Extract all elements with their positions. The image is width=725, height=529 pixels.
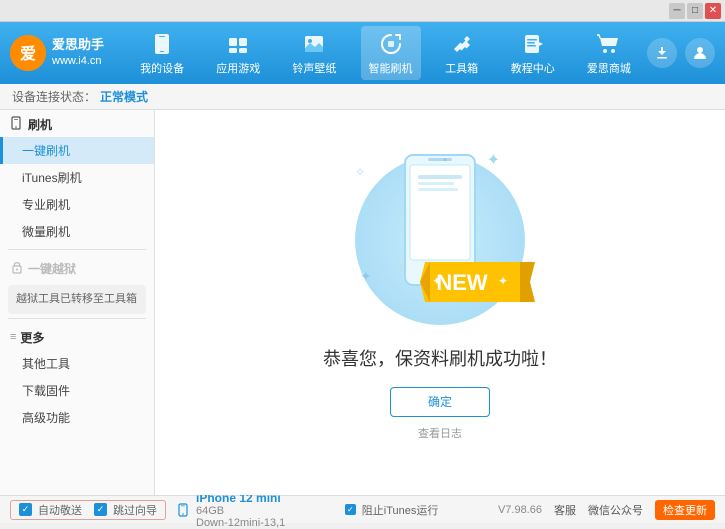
- tools-nav-icon: [448, 30, 476, 58]
- sidebar-item-itunes-flash[interactable]: iTunes刷机: [0, 164, 154, 191]
- svg-text:✦: ✦: [432, 274, 442, 288]
- skip-wizard-checkbox[interactable]: ✓ 跳过向导: [94, 502, 157, 518]
- sparkle-3: ✦: [360, 268, 372, 285]
- lock-section-icon: [10, 260, 24, 277]
- svg-text:NEW: NEW: [436, 270, 488, 295]
- itunes-check-icon: ✓: [345, 504, 356, 515]
- svg-text:爱: 爱: [20, 44, 36, 63]
- phone-container: NEW ✦ ✦ ✦ ✧ ✦: [350, 145, 530, 335]
- sidebar: 刷机 一键刷机 iTunes刷机 专业刷机 微量刷机 一键越狱 越狱工具已转移至…: [0, 110, 155, 495]
- bottom-bar: ✓ 自动敬送 ✓ 跳过向导 iPhone 12 mini 64GB Down-1…: [0, 495, 725, 523]
- main-layout: 刷机 一键刷机 iTunes刷机 专业刷机 微量刷机 一键越狱 越狱工具已转移至…: [0, 110, 725, 495]
- logo-text: 爱思助手 www.i4.cn: [52, 37, 104, 68]
- nav-store[interactable]: 爱思商城: [579, 26, 639, 80]
- content-area: NEW ✦ ✦ ✦ ✧ ✦ 恭喜您，保资料刷机成功啦！ 确定 查看日志: [155, 110, 725, 495]
- sidebar-divider-1: [8, 249, 146, 250]
- version-text: V7.98.66: [498, 504, 542, 516]
- flash-section-label: 刷机: [28, 116, 52, 133]
- new-badge-svg: NEW ✦ ✦: [420, 252, 540, 312]
- jailbreak-section-label: 一键越狱: [28, 260, 76, 277]
- logo-icon: 爱: [10, 35, 46, 71]
- nav-wallpaper[interactable]: 铃声壁纸: [284, 26, 344, 80]
- maximize-button[interactable]: □: [687, 3, 703, 19]
- device-storage: 64GB: [196, 505, 285, 517]
- sidebar-item-advanced[interactable]: 高级功能: [0, 404, 154, 431]
- sidebar-jailbreak-note: 越狱工具已转移至工具箱: [8, 285, 146, 314]
- check-update-button[interactable]: 检查更新: [655, 500, 715, 520]
- nav-tools[interactable]: 工具箱: [437, 26, 487, 80]
- store-nav-icon: [595, 30, 623, 58]
- nav-label-store: 爱思商城: [587, 60, 631, 76]
- more-section-label: 更多: [20, 329, 44, 346]
- success-title: 恭喜您，保资料刷机成功啦！: [323, 345, 557, 371]
- close-button[interactable]: ✕: [705, 3, 721, 19]
- nav-label-tools: 工具箱: [445, 60, 478, 76]
- bottom-checkboxes: ✓ 自动敬送 ✓ 跳过向导: [10, 500, 166, 520]
- nav-my-device[interactable]: 我的设备: [132, 26, 192, 80]
- wallpaper-nav-icon: [300, 30, 328, 58]
- smart-nav-icon: [377, 30, 405, 58]
- history-link[interactable]: 查看日志: [418, 425, 462, 441]
- status-label: 设备连接状态：: [12, 88, 96, 105]
- sidebar-item-pro-flash[interactable]: 专业刷机: [0, 191, 154, 218]
- nav-smart-flash[interactable]: 智能刷机: [361, 26, 421, 80]
- nav-label-smart-flash: 智能刷机: [369, 60, 413, 76]
- flash-section-icon: [10, 116, 24, 133]
- confirm-button[interactable]: 确定: [390, 387, 490, 417]
- minimize-button[interactable]: ─: [669, 3, 685, 19]
- skip-wizard-label: 跳过向导: [113, 502, 157, 518]
- status-value: 正常模式: [100, 88, 148, 105]
- phone-nav-icon: [148, 30, 176, 58]
- itunes-status-label: 阻止iTunes运行: [362, 502, 439, 518]
- svg-text:✦: ✦: [498, 274, 508, 288]
- bottom-right: V7.98.66 客服 微信公众号 检查更新: [498, 500, 715, 520]
- more-section-icon: ≡: [10, 331, 16, 343]
- skip-wizard-check-icon: ✓: [94, 503, 107, 516]
- logo[interactable]: 爱 爱思助手 www.i4.cn: [10, 35, 104, 71]
- sidebar-item-download-firmware[interactable]: 下载固件: [0, 377, 154, 404]
- app-nav-icon: [224, 30, 252, 58]
- download-button[interactable]: [647, 38, 677, 68]
- nav-apps[interactable]: 应用游戏: [208, 26, 268, 80]
- sidebar-section-jailbreak: 一键越狱: [0, 254, 154, 281]
- success-illustration: NEW ✦ ✦ ✦ ✧ ✦ 恭喜您，保资料刷机成功啦！ 确定 查看日志: [323, 145, 557, 441]
- device-icon: [176, 503, 190, 517]
- sparkle-1: ✦: [487, 150, 500, 170]
- sidebar-item-other-tools[interactable]: 其他工具: [0, 350, 154, 377]
- sidebar-section-more: ≡ 更多: [0, 323, 154, 350]
- nav-label-my-device: 我的设备: [140, 60, 184, 76]
- nav-items: 我的设备 应用游戏 铃声壁纸: [124, 26, 647, 80]
- header: 爱 爱思助手 www.i4.cn 我的设备: [0, 22, 725, 84]
- status-bar: 设备连接状态： 正常模式: [0, 84, 725, 110]
- customer-service-link[interactable]: 客服: [554, 502, 576, 518]
- auto-connect-label: 自动敬送: [38, 502, 82, 518]
- wechat-link[interactable]: 微信公众号: [588, 502, 643, 518]
- nav-label-apps: 应用游戏: [216, 60, 260, 76]
- auto-connect-checkbox[interactable]: ✓ 自动敬送: [19, 502, 82, 518]
- sidebar-item-one-key-flash[interactable]: 一键刷机: [0, 137, 154, 164]
- auto-connect-check-icon: ✓: [19, 503, 32, 516]
- nav-label-tutorials: 教程中心: [511, 60, 555, 76]
- tutorial-nav-icon: [519, 30, 547, 58]
- sidebar-divider-2: [8, 318, 146, 319]
- sidebar-item-micro-flash[interactable]: 微量刷机: [0, 218, 154, 245]
- user-button[interactable]: [685, 38, 715, 68]
- sparkle-2: ✧: [355, 165, 365, 179]
- nav-label-wallpaper: 铃声壁纸: [292, 60, 336, 76]
- itunes-status[interactable]: ✓ 阻止iTunes运行: [345, 502, 439, 518]
- title-bar: ─ □ ✕: [0, 0, 725, 22]
- header-right: [647, 38, 715, 68]
- sidebar-section-flash: 刷机: [0, 110, 154, 137]
- nav-tutorials[interactable]: 教程中心: [503, 26, 563, 80]
